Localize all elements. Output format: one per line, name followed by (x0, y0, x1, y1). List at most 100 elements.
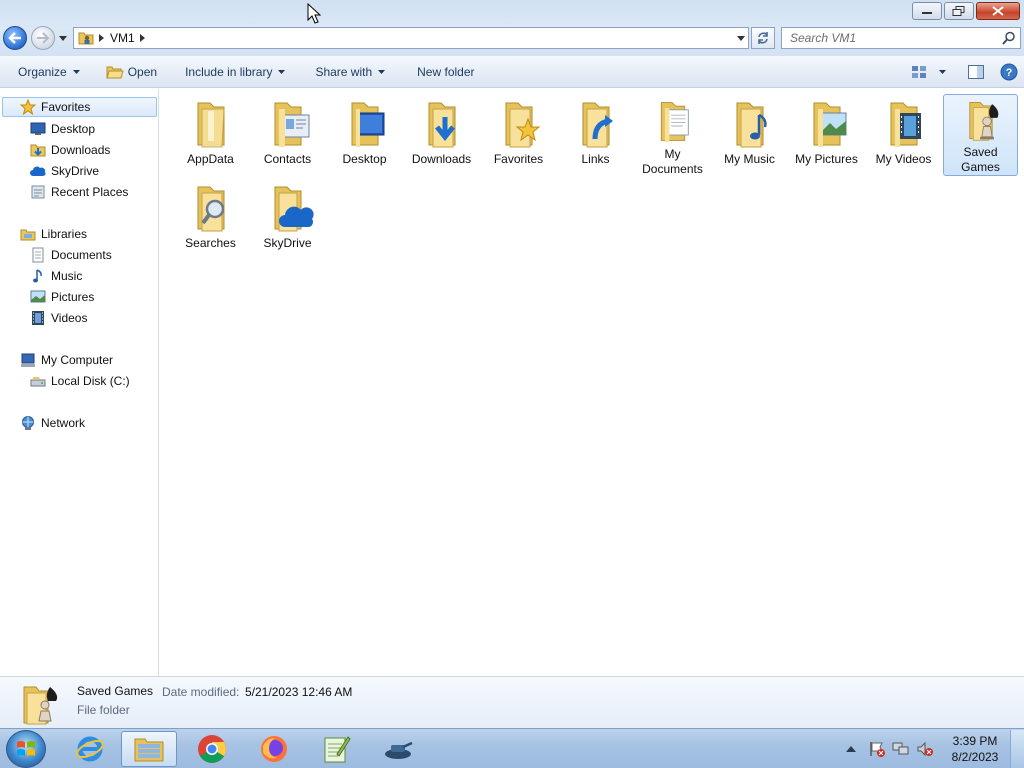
new-folder-label: New folder (417, 64, 475, 79)
nav-item-local-disk[interactable]: Local Disk (C:) (30, 371, 130, 391)
include-in-library-button[interactable]: Include in library (177, 60, 293, 84)
nav-item-pictures[interactable]: Pictures (30, 287, 94, 307)
share-with-button[interactable]: Share with (307, 60, 393, 84)
taskbar-notepad-plus-plus[interactable] (308, 731, 364, 767)
preview-pane-button[interactable] (962, 60, 990, 84)
show-desktop-button[interactable] (1010, 730, 1024, 768)
chevron-down-icon (939, 70, 946, 74)
nav-item-documents[interactable]: Documents (30, 245, 112, 265)
taskbar-internet-explorer[interactable] (62, 731, 118, 767)
restore-button[interactable] (944, 2, 974, 20)
forward-button[interactable] (31, 26, 55, 50)
minimize-button[interactable] (912, 2, 942, 20)
clock-date: 8/2/2023 (951, 750, 999, 764)
search-input[interactable] (782, 28, 992, 48)
nav-item-label: Downloads (51, 143, 111, 157)
taskbar-clock[interactable]: 3:39 PM 8/2/2023 (944, 733, 1006, 765)
folder-links[interactable]: Links (558, 95, 633, 177)
nav-item-music[interactable]: Music (30, 266, 82, 286)
documents-icon (30, 247, 46, 263)
folder-my-documents[interactable]: My Documents (635, 95, 710, 177)
folder-searches[interactable]: Searches (173, 179, 248, 261)
nav-favorites[interactable]: Favorites (2, 97, 157, 117)
help-icon: ? (1000, 63, 1018, 81)
nav-network-label: Network (41, 416, 86, 430)
action-center-flag-icon[interactable] (868, 741, 886, 757)
back-button[interactable] (3, 26, 27, 50)
recent-pages-dropdown[interactable] (57, 33, 69, 43)
breadcrumb-vm1[interactable]: VM1 (110, 31, 135, 45)
change-view-button[interactable] (905, 60, 933, 84)
address-bar[interactable]: VM1 (73, 27, 749, 49)
taskbar-firefox[interactable] (246, 731, 302, 767)
folder-my-pictures[interactable]: My Pictures (789, 95, 864, 177)
nav-my-computer[interactable]: My Computer (20, 350, 113, 370)
network-status-icon[interactable] (892, 741, 910, 757)
breadcrumb-separator-icon (99, 34, 104, 42)
help-button[interactable]: ? (994, 60, 1024, 84)
new-folder-button[interactable]: New folder (409, 60, 482, 84)
show-hidden-icons-icon[interactable] (846, 745, 856, 753)
folder-label: My Videos (875, 152, 932, 166)
folder-appdata[interactable]: AppData (173, 95, 248, 177)
desktop-folder-icon (351, 102, 384, 147)
start-button[interactable] (6, 730, 46, 768)
contacts-folder-icon (274, 102, 309, 147)
nav-item-skydrive[interactable]: SkyDrive (30, 161, 99, 181)
recent-places-icon (30, 184, 46, 200)
taskbar: 3:39 PM 8/2/2023 (0, 728, 1024, 768)
taskbar-tank-app[interactable] (370, 731, 426, 767)
nav-item-label: Desktop (51, 122, 96, 136)
appdata-folder-icon (197, 102, 225, 148)
search-box[interactable] (781, 27, 1021, 49)
title-bar: VM1 (0, 0, 1024, 56)
search-icon[interactable] (1002, 31, 1016, 45)
nav-item-label: Videos (51, 311, 88, 325)
volume-muted-icon[interactable] (916, 741, 934, 757)
nav-item-label: Local Disk (C:) (51, 374, 130, 388)
command-bar: Organize Open Include in library Share w… (0, 56, 1024, 88)
user-folder-icon (78, 32, 94, 45)
nav-libraries[interactable]: Libraries (20, 224, 87, 244)
details-pane: Saved Games Date modified: 5/21/2023 12:… (0, 676, 1024, 728)
skydrive-icon (30, 163, 46, 179)
view-grid-icon (912, 66, 926, 78)
refresh-icon (758, 32, 768, 44)
folder-contacts[interactable]: Contacts (250, 95, 325, 177)
organize-button[interactable]: Organize (10, 60, 88, 84)
folder-desktop[interactable]: Desktop (327, 95, 402, 177)
folder-saved-games[interactable]: Saved Games (943, 94, 1018, 176)
nav-item-desktop[interactable]: Desktop (30, 119, 95, 139)
close-button[interactable] (976, 2, 1020, 20)
folder-label: My Pictures (795, 152, 858, 166)
folder-favorites[interactable]: Favorites (481, 95, 556, 177)
nav-item-downloads[interactable]: Downloads (30, 140, 110, 160)
address-dropdown-icon[interactable] (737, 32, 745, 44)
notepad-plus-plus-icon (324, 736, 351, 763)
open-button[interactable]: Open (98, 60, 165, 84)
nav-network[interactable]: Network (20, 413, 85, 433)
nav-item-label: Recent Places (51, 185, 129, 199)
nav-item-videos[interactable]: Videos (30, 308, 87, 328)
refresh-button[interactable] (751, 27, 775, 49)
folder-skydrive[interactable]: SkyDrive (250, 179, 325, 261)
internet-explorer-icon (76, 736, 104, 762)
downloads-folder-icon (428, 102, 455, 148)
view-options-dropdown[interactable] (933, 60, 952, 84)
taskbar-chrome[interactable] (184, 731, 240, 767)
folder-label: AppData (187, 152, 234, 166)
folder-my-music[interactable]: My Music (712, 95, 787, 177)
windows-logo-icon (17, 741, 35, 756)
folder-label: My Music (724, 152, 775, 166)
folder-downloads[interactable]: Downloads (404, 95, 479, 177)
folder-my-videos[interactable]: My Videos (866, 95, 941, 177)
saved-games-folder-icon (23, 686, 58, 725)
view-controls: ? (905, 60, 1024, 84)
taskbar-file-explorer[interactable] (121, 731, 177, 767)
restore-icon (952, 6, 965, 16)
nav-item-recent-places[interactable]: Recent Places (30, 182, 128, 202)
chevron-down-icon (378, 69, 386, 74)
breadcrumb-separator-icon[interactable] (139, 34, 145, 42)
firefox-icon (261, 736, 287, 762)
local-disk-icon (30, 373, 46, 389)
